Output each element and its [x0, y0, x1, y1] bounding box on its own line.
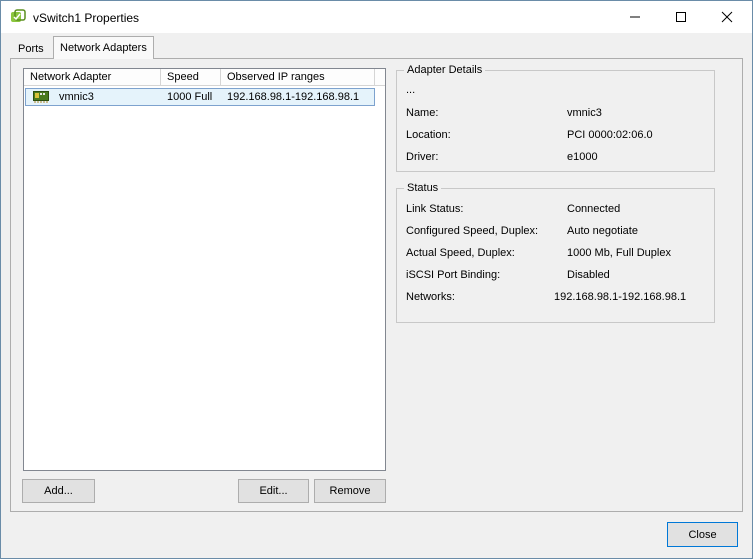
close-icon: [721, 11, 733, 23]
name-label: Name:: [406, 107, 439, 119]
link-status-label: Link Status:: [406, 203, 464, 215]
actual-speed-label: Actual Speed, Duplex:: [406, 247, 515, 259]
maximize-icon: [676, 12, 686, 22]
link-status-value: Connected: [567, 203, 621, 215]
configured-speed-label: Configured Speed, Duplex:: [406, 225, 539, 237]
add-button[interactable]: Add...: [22, 479, 95, 503]
actual-speed-value: 1000 Mb, Full Duplex: [567, 247, 671, 259]
iscsi-binding-label: iSCSI Port Binding:: [406, 269, 501, 281]
adapter-details-group: Adapter Details ... Name: vmnic3 Locatio…: [396, 64, 715, 172]
minimize-button[interactable]: [612, 1, 658, 33]
iscsi-binding-value: Disabled: [567, 269, 610, 281]
networks-label: Networks:: [406, 291, 455, 303]
window-title: vSwitch1 Properties: [33, 11, 140, 25]
status-group: Status Link Status: Connected Configured…: [396, 182, 715, 323]
tab-ports[interactable]: Ports: [12, 39, 50, 59]
nic-icon: [33, 91, 49, 103]
tab-network-adapters[interactable]: Network Adapters: [53, 36, 154, 59]
title-bar: vSwitch1 Properties: [1, 1, 752, 33]
vsphere-app-icon: [10, 9, 26, 25]
maximize-button[interactable]: [658, 1, 704, 33]
driver-label: Driver:: [406, 151, 439, 163]
driver-value: e1000: [567, 151, 598, 163]
cell-speed: 1000 Full: [167, 91, 213, 103]
list-header: Network Adapter Speed Observed IP ranges: [24, 69, 385, 86]
location-value: PCI 0000:02:06.0: [567, 129, 653, 141]
column-header-speed[interactable]: Speed: [161, 69, 221, 86]
configured-speed-value: Auto negotiate: [567, 225, 638, 237]
edit-button[interactable]: Edit...: [238, 479, 309, 503]
remove-button[interactable]: Remove: [314, 479, 386, 503]
adapter-list[interactable]: Network Adapter Speed Observed IP ranges: [23, 68, 386, 471]
column-header-filler: [375, 69, 385, 86]
networks-value: 192.168.98.1-192.168.98.1: [554, 291, 687, 303]
name-value: vmnic3: [567, 107, 602, 119]
close-window-button[interactable]: [704, 1, 750, 33]
column-header-network-adapter[interactable]: Network Adapter: [24, 69, 161, 86]
adapter-details-legend: Adapter Details: [404, 64, 486, 76]
properties-window: vSwitch1 Properties Ports Network Adapte…: [0, 0, 753, 559]
list-item[interactable]: vmnic3 1000 Full 192.168.98.1-192.168.98…: [25, 88, 375, 106]
minimize-icon: [630, 16, 640, 18]
close-button[interactable]: Close: [667, 522, 738, 547]
location-label: Location:: [406, 129, 451, 141]
column-header-observed-ip-ranges[interactable]: Observed IP ranges: [221, 69, 375, 86]
cell-ip-ranges: 192.168.98.1-192.168.98.1: [227, 91, 360, 103]
cell-adapter-name: vmnic3: [59, 91, 94, 103]
status-legend: Status: [404, 182, 442, 194]
adapter-description: ...: [406, 84, 416, 96]
